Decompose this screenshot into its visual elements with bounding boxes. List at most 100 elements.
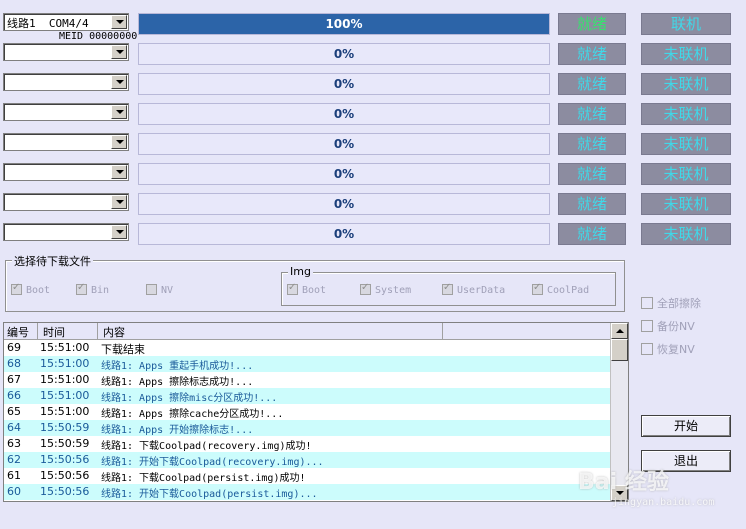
status-button[interactable]: 就绪 xyxy=(558,133,626,155)
log-time: 15:51:00 xyxy=(40,341,90,354)
connection-button[interactable]: 未联机 xyxy=(641,133,731,155)
port-select[interactable]: 线路1 COM4/4 xyxy=(3,13,129,31)
connection-button[interactable]: 未联机 xyxy=(641,73,731,95)
col-header-time[interactable]: 时间 xyxy=(43,324,65,340)
status-button[interactable]: 就绪 xyxy=(558,103,626,125)
boot-check-icon xyxy=(11,282,22,295)
log-row[interactable]: 66 15:51:00 线路1: Apps 擦除misc分区成功!... xyxy=(4,388,610,404)
progress-bar: 0% xyxy=(138,163,550,185)
img-system-checkbox[interactable]: System xyxy=(360,282,411,296)
start-button[interactable]: 开始 xyxy=(641,415,731,437)
log-list[interactable]: 编号 时间 内容 69 15:51:00 下载结束 68 15:51:00 线路1: Ap… xyxy=(3,322,629,502)
backup-nv-check-icon xyxy=(641,320,653,332)
connection-button[interactable]: 未联机 xyxy=(641,223,731,245)
port-select[interactable] xyxy=(3,103,129,121)
log-content: 线路1: Apps 开始擦除标志!... xyxy=(101,425,254,436)
bin-checkbox[interactable]: Bin xyxy=(76,282,109,296)
boot-checkbox[interactable]: Boot xyxy=(11,282,50,296)
log-num: 66 xyxy=(7,389,21,402)
chevron-down-icon[interactable] xyxy=(111,195,127,209)
scroll-thumb[interactable] xyxy=(611,339,628,361)
status-button[interactable]: 就绪 xyxy=(558,193,626,215)
progress-label: 100% xyxy=(325,17,363,31)
download-line-5: 0% 就绪 未联机 xyxy=(3,133,735,157)
log-time: 15:50:56 xyxy=(40,453,90,466)
connection-button[interactable]: 未联机 xyxy=(641,103,731,125)
watermark-url: jingyan.baidu.com xyxy=(612,497,715,508)
scroll-up-icon[interactable] xyxy=(611,323,628,339)
log-time: 15:50:59 xyxy=(40,421,90,434)
chevron-down-icon[interactable] xyxy=(111,45,127,59)
log-time: 15:50:56 xyxy=(40,485,90,498)
log-content: 线路1: Apps 重起手机成功!... xyxy=(101,361,254,372)
log-row[interactable]: 68 15:51:00 线路1: Apps 重起手机成功!... xyxy=(4,356,610,372)
log-num: 69 xyxy=(7,341,21,354)
connection-button[interactable]: 未联机 xyxy=(641,43,731,65)
log-row[interactable]: 65 15:51:00 线路1: Apps 擦除cache分区成功!... xyxy=(4,404,610,420)
log-row[interactable]: 64 15:50:59 线路1: Apps 开始擦除标志!... xyxy=(4,420,610,436)
chevron-down-icon[interactable] xyxy=(111,135,127,149)
log-num: 60 xyxy=(7,485,21,498)
watermark-logo: Bai 经验 xyxy=(578,470,669,495)
log-row[interactable]: 62 15:50:56 线路1: 开始下载Coolpad(recovery.img)… xyxy=(4,452,610,468)
log-num: 63 xyxy=(7,437,21,450)
progress-bar: 0% xyxy=(138,73,550,95)
port-select[interactable] xyxy=(3,133,129,151)
col-header-content[interactable]: 内容 xyxy=(103,324,125,340)
port-select[interactable] xyxy=(3,223,129,241)
log-time: 15:51:00 xyxy=(40,405,90,418)
log-num: 64 xyxy=(7,421,21,434)
port-select[interactable] xyxy=(3,73,129,91)
download-line-8: 0% 就绪 未联机 xyxy=(3,223,735,247)
chevron-down-icon[interactable] xyxy=(111,105,127,119)
progress-label: 0% xyxy=(333,197,355,211)
download-line-7: 0% 就绪 未联机 xyxy=(3,193,735,217)
progress-bar: 0% xyxy=(138,193,550,215)
progress-bar: 0% xyxy=(138,43,550,65)
nv-checkbox[interactable]: NV xyxy=(146,284,173,296)
img-boot-checkbox[interactable]: Boot xyxy=(287,282,326,296)
port-select[interactable] xyxy=(3,163,129,181)
img-group: Img Boot System UserData CoolPad xyxy=(281,265,616,306)
log-row[interactable]: 69 15:51:00 下载结束 xyxy=(4,340,610,356)
erase-all-check-icon xyxy=(641,297,653,309)
chevron-down-icon[interactable] xyxy=(111,225,127,239)
backup-nv-checkbox[interactable]: 备份NV xyxy=(641,318,695,334)
log-row[interactable]: 60 15:50:56 线路1: 开始下载Coolpad(persist.img).… xyxy=(4,484,610,500)
img-coolpad-checkbox[interactable]: CoolPad xyxy=(532,282,589,296)
chevron-down-icon[interactable] xyxy=(111,165,127,179)
log-time: 15:51:00 xyxy=(40,357,90,370)
progress-bar: 100% xyxy=(138,13,550,35)
log-row[interactable]: 61 15:50:56 线路1: 下载Coolpad(persist.img)成功! xyxy=(4,468,610,484)
restore-nv-check-icon xyxy=(641,343,653,355)
status-button[interactable]: 就绪 xyxy=(558,13,626,35)
log-num: 68 xyxy=(7,357,21,370)
progress-label: 0% xyxy=(333,47,355,61)
download-line-4: 0% 就绪 未联机 xyxy=(3,103,735,127)
status-button[interactable]: 就绪 xyxy=(558,43,626,65)
status-button[interactable]: 就绪 xyxy=(558,73,626,95)
col-header-num[interactable]: 编号 xyxy=(7,324,29,340)
restore-nv-checkbox[interactable]: 恢复NV xyxy=(641,341,695,357)
connection-button[interactable]: 联机 xyxy=(641,13,731,35)
connection-button[interactable]: 未联机 xyxy=(641,163,731,185)
chevron-down-icon[interactable] xyxy=(111,15,127,29)
chevron-down-icon[interactable] xyxy=(111,75,127,89)
log-content: 线路1: Apps 擦除cache分区成功!... xyxy=(101,409,284,420)
connection-button[interactable]: 未联机 xyxy=(641,193,731,215)
status-button[interactable]: 就绪 xyxy=(558,163,626,185)
port-select[interactable] xyxy=(3,193,129,211)
img-coolpad-check-icon xyxy=(532,282,543,295)
status-button[interactable]: 就绪 xyxy=(558,223,626,245)
log-row[interactable]: 63 15:50:59 线路1: 下载Coolpad(recovery.img)成功… xyxy=(4,436,610,452)
log-row[interactable]: 67 15:51:00 线路1: Apps 擦除标志成功!... xyxy=(4,372,610,388)
log-num: 65 xyxy=(7,405,21,418)
img-userdata-checkbox[interactable]: UserData xyxy=(442,282,505,296)
erase-all-checkbox[interactable]: 全部擦除 xyxy=(641,295,701,311)
log-content: 下载结束 xyxy=(101,343,145,356)
log-time: 15:51:00 xyxy=(40,389,90,402)
port-select[interactable] xyxy=(3,43,129,61)
log-content: 线路1: 开始下载Coolpad(recovery.img)... xyxy=(101,457,324,468)
progress-bar: 0% xyxy=(138,103,550,125)
download-line-6: 0% 就绪 未联机 xyxy=(3,163,735,187)
